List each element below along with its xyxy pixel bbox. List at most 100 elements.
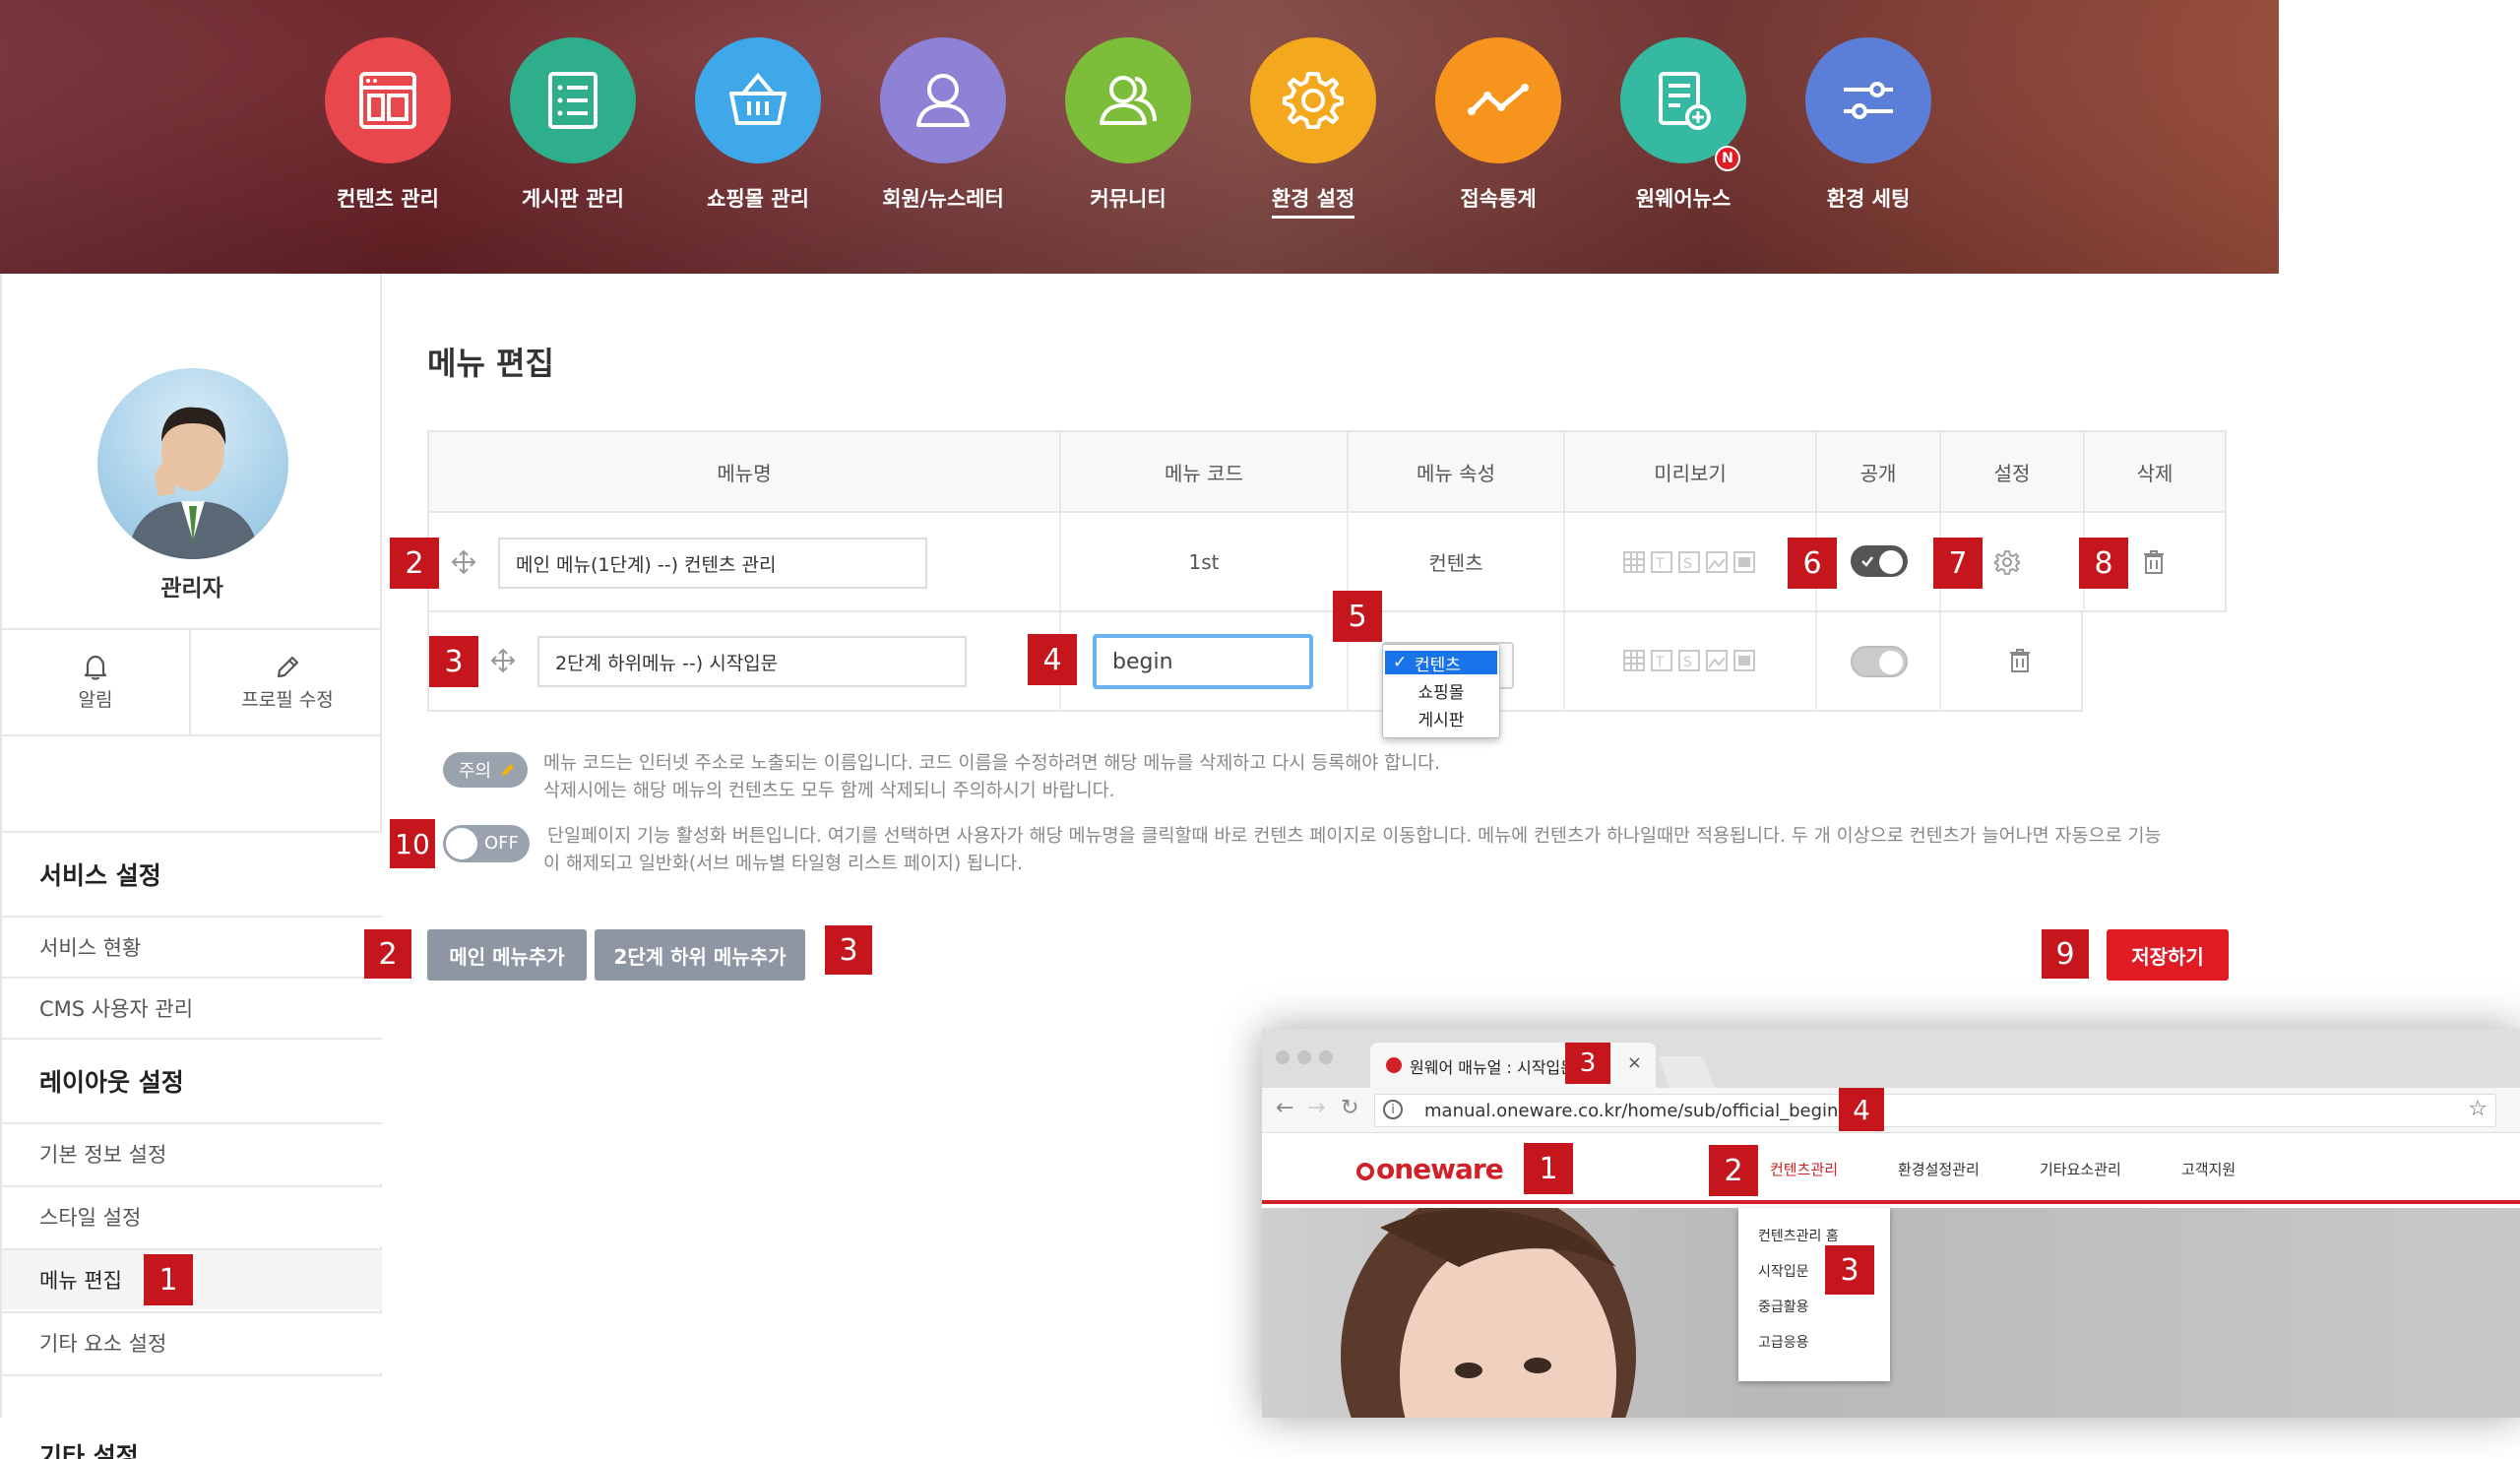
sidebar-item-service-status[interactable]: 서비스 현황 (2, 916, 382, 977)
column-header: 메뉴 속성 (1349, 432, 1565, 511)
column-header: 공개 (1817, 432, 1941, 511)
sidebar-group-etc[interactable]: 기타 설정 (2, 1374, 382, 1459)
forward-icon[interactable]: → (1307, 1096, 1325, 1120)
dropdown-option[interactable]: 게시판 (1383, 706, 1499, 730)
add-submenu-button[interactable]: 2단계 하위 메뉴추가 (595, 929, 805, 981)
sidebar: 관리자 알림 프로필 수정 서비스 설정 서비스 현황 CMS 사용자 관리 레… (0, 274, 382, 1459)
annotation-badge: 8 (2079, 538, 2128, 589)
nav-label: 환경 세팅 (1826, 187, 1911, 211)
submenu-item[interactable]: 중급활용 (1758, 1297, 1809, 1316)
single-page-line-1: 단일페이지 기능 활성화 버튼입니다. 여기를 선택하면 사용자가 해당 메뉴명… (547, 826, 2162, 847)
nav-environment-setup[interactable]: 환경 세팅 (1799, 37, 1937, 213)
gear-icon[interactable] (1994, 549, 2020, 575)
preview-icons: T S (1623, 650, 1755, 671)
new-tab-button[interactable] (1658, 1056, 1715, 1088)
notice-line-2: 삭제시에는 해당 메뉴의 컨텐츠도 모두 함께 삭제되니 주의하시기 바랍니다. (543, 781, 1115, 801)
star-icon[interactable]: ☆ (2468, 1097, 2488, 1121)
nav-member-newsletter[interactable]: 회원/뉴스레터 (874, 37, 1012, 213)
alarm-button[interactable]: 알림 (2, 630, 191, 734)
check-icon: ✓ (1393, 653, 1408, 672)
column-header: 미리보기 (1565, 432, 1817, 511)
dropdown-option-label: 컨텐츠 (1415, 655, 1461, 675)
single-page-line-2: 이 해제되고 일반화(서브 메뉴별 타일형 리스트 페이지) 됩니다. (543, 854, 1023, 874)
nav-shop-management[interactable]: 쇼핑몰 관리 (689, 37, 827, 213)
browser-tab[interactable]: 원웨어 매뉴얼 : 시작입문 × (1370, 1043, 1656, 1088)
add-main-menu-button[interactable]: 메인 메뉴추가 (427, 929, 587, 981)
annotation-badge: 4 (1028, 634, 1077, 685)
notice-tag-label: 주의 (459, 761, 492, 782)
check-icon (1861, 556, 1873, 567)
nav-community[interactable]: 커뮤니티 (1059, 37, 1197, 213)
info-icon: i (1383, 1100, 1403, 1119)
sidebar-item-etc-elements[interactable]: 기타 요소 설정 (2, 1311, 382, 1372)
username: 관리자 (160, 576, 223, 602)
sidebar-item-basic-info[interactable]: 기본 정보 설정 (2, 1122, 382, 1183)
site-nav-item[interactable]: 기타요소관리 (2040, 1159, 2121, 1179)
user-icon (880, 37, 1006, 163)
trash-icon[interactable] (2142, 549, 2166, 575)
browser-tabbar: 원웨어 매뉴얼 : 시작입문 × (1262, 1029, 2520, 1088)
back-icon[interactable]: ← (1276, 1096, 1293, 1120)
menu-code-input[interactable]: begin (1093, 634, 1313, 689)
annotation-badge: 10 (390, 819, 435, 868)
nav-label: 쇼핑몰 관리 (707, 187, 809, 211)
sidebar-group-service[interactable]: 서비스 설정 (2, 831, 382, 916)
site-nav-item[interactable]: 고객지원 (2181, 1159, 2236, 1179)
nav-label: 원웨어뉴스 (1635, 187, 1732, 211)
nav-label: 커뮤니티 (1090, 187, 1166, 211)
nav-content-management[interactable]: 컨텐츠 관리 (319, 37, 457, 213)
dropdown-option[interactable]: 쇼핑몰 (1383, 678, 1499, 703)
annotation-badge: 2 (364, 929, 411, 979)
annotation-badge: 5 (1333, 591, 1382, 642)
edit-profile-button[interactable]: 프로필 수정 (193, 630, 382, 734)
address-bar[interactable]: i manual.oneware.co.kr/home/sub/official… (1374, 1094, 2496, 1127)
submenu-item[interactable]: 고급응용 (1758, 1332, 1809, 1352)
svg-text:T: T (1655, 556, 1665, 572)
avatar (97, 368, 288, 559)
nav-oneware-news[interactable]: N 원웨어뉴스 (1614, 37, 1752, 213)
sidebar-item-cms-users[interactable]: CMS 사용자 관리 (2, 977, 382, 1038)
dropdown-option-selected[interactable]: ✓ 컨텐츠 (1385, 651, 1497, 675)
annotation-badge: 3 (429, 636, 478, 687)
nav-environment-settings[interactable]: 환경 설정 (1244, 37, 1382, 219)
submenu-name-input[interactable]: 2단계 하위메뉴 --) 시작입문 (537, 636, 967, 687)
stats-icon (1435, 37, 1561, 163)
submenu-item[interactable]: 컨텐츠관리 홈 (1758, 1226, 1839, 1245)
site-nav-item[interactable]: 환경설정관리 (1898, 1159, 1980, 1179)
site-logo-text: oneware (1376, 1153, 1504, 1185)
close-icon[interactable]: × (1627, 1052, 1642, 1073)
site-nav-item[interactable]: 컨텐츠관리 (1770, 1159, 1838, 1179)
annotation-badge: 3 (1825, 1245, 1874, 1295)
move-handle-icon[interactable] (490, 648, 516, 673)
column-header: 삭제 (2136, 461, 2174, 485)
annotation-badge: 3 (1565, 1043, 1610, 1084)
site-header: oneware 컨텐츠관리 환경설정관리 기타요소관리 고객지원 (1262, 1133, 2520, 1204)
table-header: 메뉴명 메뉴 코드 메뉴 속성 미리보기 공개 설정 삭제 (427, 430, 2227, 513)
favicon-icon (1386, 1057, 1402, 1073)
sidebar-item-style[interactable]: 스타일 설정 (2, 1185, 382, 1246)
save-button[interactable]: 저장하기 (2107, 929, 2229, 981)
annotation-badge: 2 (390, 538, 439, 589)
annotation-badge: 2 (1709, 1145, 1758, 1196)
public-toggle[interactable] (1851, 545, 1908, 577)
preview-icons: T S (1623, 551, 1755, 573)
submenu-item[interactable]: 시작입문 (1758, 1261, 1809, 1281)
sidebar-group-layout[interactable]: 레이아웃 설정 (2, 1038, 382, 1122)
trash-icon[interactable] (2008, 648, 2032, 673)
menu-name-input[interactable]: 메인 메뉴(1단계) --) 컨텐츠 관리 (498, 538, 927, 589)
reload-icon[interactable]: ↻ (1341, 1096, 1358, 1120)
bell-icon (84, 655, 107, 680)
pencil-icon (502, 764, 514, 776)
public-toggle[interactable] (1851, 646, 1908, 677)
move-handle-icon[interactable] (451, 549, 476, 575)
annotation-badge: 4 (1839, 1088, 1884, 1131)
annotation-badge: 1 (144, 1254, 193, 1305)
sliders-icon (1805, 37, 1931, 163)
site-logo[interactable]: oneware (1356, 1153, 1504, 1185)
nav-access-statistics[interactable]: 접속통계 (1429, 37, 1567, 213)
nav-board-management[interactable]: 게시판 관리 (504, 37, 642, 213)
toggle-knob (446, 828, 477, 859)
single-page-toggle[interactable]: OFF (443, 825, 530, 862)
list-icon (510, 37, 636, 163)
toggle-label: OFF (484, 833, 519, 854)
